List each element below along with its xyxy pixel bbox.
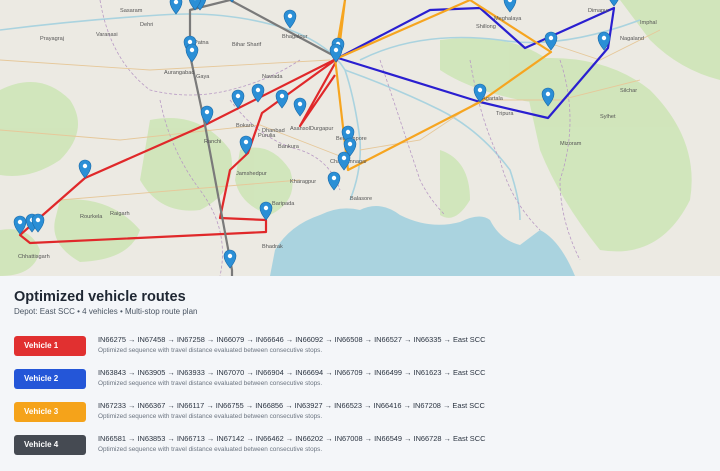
place-label: Sasaram [120, 8, 143, 14]
vehicle-2-badge[interactable]: Vehicle 2 [14, 369, 86, 389]
place-label: Gaya [196, 74, 210, 80]
place-label: Nagaland [620, 36, 644, 42]
place-label: Rourkela [80, 214, 103, 220]
vehicle-1-sequence: IN66275 → IN67458 → IN67258 → IN66079 → … [98, 335, 486, 344]
vehicle-4-sequence: IN66581 → IN63853 → IN66713 → IN67142 → … [98, 434, 486, 443]
place-label: Imphal [640, 20, 657, 26]
routes-panel: Optimized vehicle routes Depot: East SCC… [0, 276, 720, 471]
place-label: Asansol [290, 126, 310, 132]
place-label: Bhadrak [262, 244, 283, 250]
place-label: Bhagalpur [282, 34, 308, 40]
vehicle-3-badge[interactable]: Vehicle 3 [14, 402, 86, 422]
route-row-vehicle-2[interactable]: Vehicle 2 IN63843 → IN63905 → IN63933 → … [14, 367, 714, 393]
place-label: Dimapur [588, 8, 609, 14]
route-row-vehicle-4[interactable]: Vehicle 4 IN66581 → IN63853 → IN66713 → … [14, 433, 714, 459]
vehicle-4-description: Optimized sequence with travel distance … [98, 446, 323, 453]
vehicle-1-description: Optimized sequence with travel distance … [98, 347, 323, 354]
place-label: Silchar [620, 88, 637, 94]
place-label: Shillong [476, 24, 496, 30]
place-label: Bankura [278, 144, 300, 150]
route-map[interactable]: Prayagraj Varanasi Patna Bihar Sharif Aurang… [0, 0, 720, 276]
place-label: Agartala [482, 96, 504, 102]
map-canvas[interactable]: Prayagraj Varanasi Patna Bihar Sharif Aurang… [0, 0, 720, 276]
place-label: Bokaro [236, 123, 254, 129]
route-row-vehicle-1[interactable]: Vehicle 1 IN66275 → IN67458 → IN67258 → … [14, 334, 714, 360]
place-label: Balasore [350, 196, 372, 202]
place-label: Raigarh [110, 211, 130, 217]
place-label: Dehri [140, 22, 153, 28]
place-label: Tripura [496, 111, 514, 117]
place-label: Meghalaya [494, 16, 522, 22]
place-label: Ranchi [204, 139, 221, 145]
vehicle-3-description: Optimized sequence with travel distance … [98, 413, 323, 420]
route-row-vehicle-3[interactable]: Vehicle 3 IN67233 → IN66367 → IN66117 → … [14, 400, 714, 426]
place-label: Purulia [258, 133, 276, 139]
place-label: Nawada [262, 74, 283, 80]
vehicle-1-badge[interactable]: Vehicle 1 [14, 336, 86, 356]
place-label: Chhattisgarh [18, 254, 50, 260]
place-label: Aurangabad [164, 70, 194, 76]
place-label: Prayagraj [40, 36, 64, 42]
panel-meta: Depot: East SCC • 4 vehicles • Multi-sto… [14, 307, 198, 316]
place-label: Baripada [272, 201, 295, 207]
place-label: Mizoram [560, 141, 582, 147]
panel-title: Optimized vehicle routes [14, 289, 186, 305]
place-label: Patna [194, 40, 210, 46]
place-label: Durgapur [310, 126, 333, 132]
place-label: Bihar Sharif [232, 42, 262, 48]
vehicle-4-badge[interactable]: Vehicle 4 [14, 435, 86, 455]
place-label: Varanasi [96, 32, 118, 38]
vehicle-2-sequence: IN63843 → IN63905 → IN63933 → IN67070 → … [98, 368, 486, 377]
place-label: Sylhet [600, 114, 616, 120]
place-label: Kharagpur [290, 179, 316, 185]
vehicle-2-description: Optimized sequence with travel distance … [98, 380, 323, 387]
place-label: Jamshedpur [236, 171, 267, 177]
vehicle-3-sequence: IN67233 → IN66367 → IN66117 → IN66755 → … [98, 401, 485, 410]
